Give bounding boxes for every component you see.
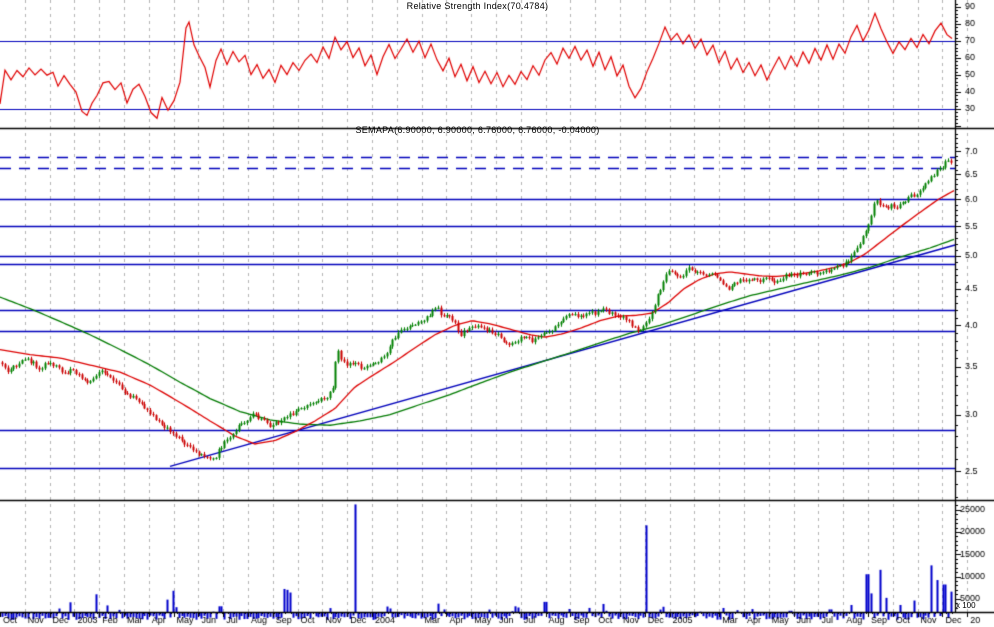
chart-window: Relative Strength Index(70.4784) SEMAPA(… (0, 0, 994, 627)
price-panel-title: SEMAPA(6.90000, 6.90000, 6.76000, 6.7600… (0, 125, 955, 135)
rsi-panel-title: Relative Strength Index(70.4784) (0, 1, 955, 11)
volume-multiplier-label: x 100 (956, 601, 976, 610)
price-chart-canvas (0, 0, 994, 627)
